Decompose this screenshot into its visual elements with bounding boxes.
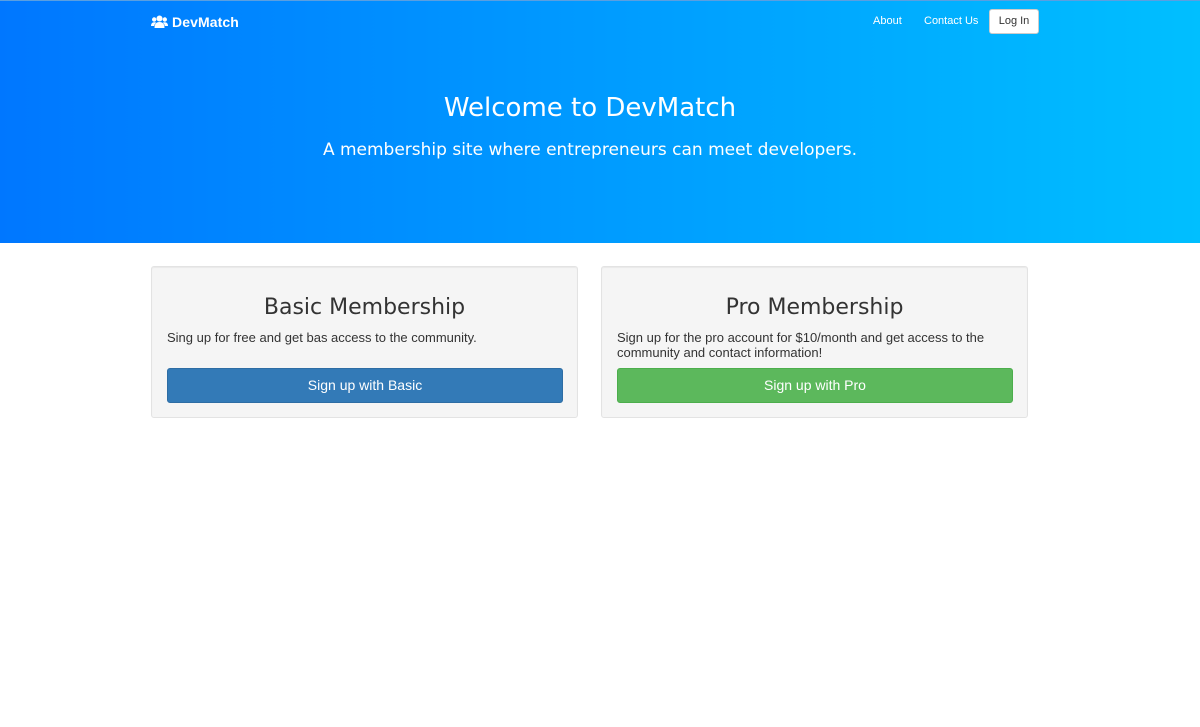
sign-up-pro-button[interactable]: Sign up with Pro: [617, 368, 1013, 403]
pro-membership-card: Pro Membership Sign up for the pro accou…: [601, 266, 1028, 418]
nav-link-contact-us[interactable]: Contact Us: [924, 15, 978, 27]
users-icon: [151, 15, 168, 28]
hero-title: Welcome to DevMatch: [443, 93, 737, 123]
login-button[interactable]: Log In: [989, 9, 1039, 34]
basic-membership-description: Sing up for free and get bas access to t…: [167, 330, 477, 345]
brand-name: DevMatch: [172, 14, 239, 30]
basic-membership-card: Basic Membership Sing up for free and ge…: [151, 266, 578, 418]
nav-link-about[interactable]: About: [873, 15, 902, 27]
brand-link[interactable]: DevMatch: [151, 13, 239, 31]
hero-banner: DevMatch About Contact Us Log In Welcome…: [0, 0, 1200, 243]
basic-membership-title: Basic Membership: [263, 295, 466, 320]
sign-up-basic-button[interactable]: Sign up with Basic: [167, 368, 563, 403]
pro-membership-title: Pro Membership: [725, 295, 904, 320]
navbar: DevMatch About Contact Us Log In: [0, 1, 1200, 43]
pro-membership-description: Sign up for the pro account for $10/mont…: [617, 330, 985, 360]
hero-subtitle: A membership site where entrepreneurs ca…: [322, 140, 858, 160]
